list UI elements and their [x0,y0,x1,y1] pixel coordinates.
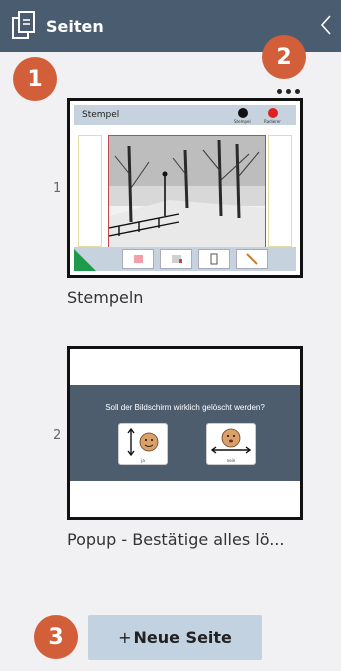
annotation-badge-2: 2 [262,35,306,79]
thumb-yes-label: ja [141,458,145,463]
more-horizontal-icon[interactable] [275,86,301,96]
panel-title: Seiten [46,17,104,36]
thumb-dialog-question: Soll der Bildschirm wirklich gelöscht we… [105,403,265,412]
new-page-label: Neue Seite [133,628,232,647]
page-thumbnail-2[interactable]: Soll der Bildschirm wirklich gelöscht we… [67,346,303,520]
thumb-no-label: nein [226,458,236,463]
page-thumbnail-1[interactable]: Stempel Stempel Radierer · · · · [67,98,303,278]
stamp-icon [238,108,248,118]
chevron-left-icon[interactable] [319,14,333,36]
thumb-no-card: nein [206,423,256,465]
page-number-2: 2 [53,428,62,443]
thumb-title: Stempel [82,110,120,120]
thumb-side-panel-right [268,135,292,247]
thumb-corner-marker [74,249,96,271]
stamp-cell [122,249,154,269]
thumb-stamp-label: Stempel [234,119,251,124]
thumb-eraser-label: Radierer [264,119,281,124]
thumb-toolbar: Stempel Stempel Radierer [74,105,296,125]
pages-icon [12,11,35,39]
page-caption-2: Popup - Bestätige alles lö... [67,530,285,549]
plus-icon: + [118,628,132,647]
page-number-1: 1 [53,181,62,196]
snow-park-image [108,135,266,249]
new-page-button[interactable]: + Neue Seite [88,615,262,660]
thumb-yes-card: ja [118,423,168,465]
stamp-cell [198,249,230,269]
thumb-side-panel-left [78,135,102,247]
page-caption-1: Stempeln [67,288,144,307]
stamp-cell [236,249,268,269]
thumb-confirm-dialog: Soll der Bildschirm wirklich gelöscht we… [70,385,300,481]
eraser-icon [268,108,278,118]
thumb-stamp-bar [74,247,296,271]
stamp-cell [160,249,192,269]
annotation-badge-1: 1 [13,57,57,101]
annotation-badge-3: 3 [34,615,78,659]
